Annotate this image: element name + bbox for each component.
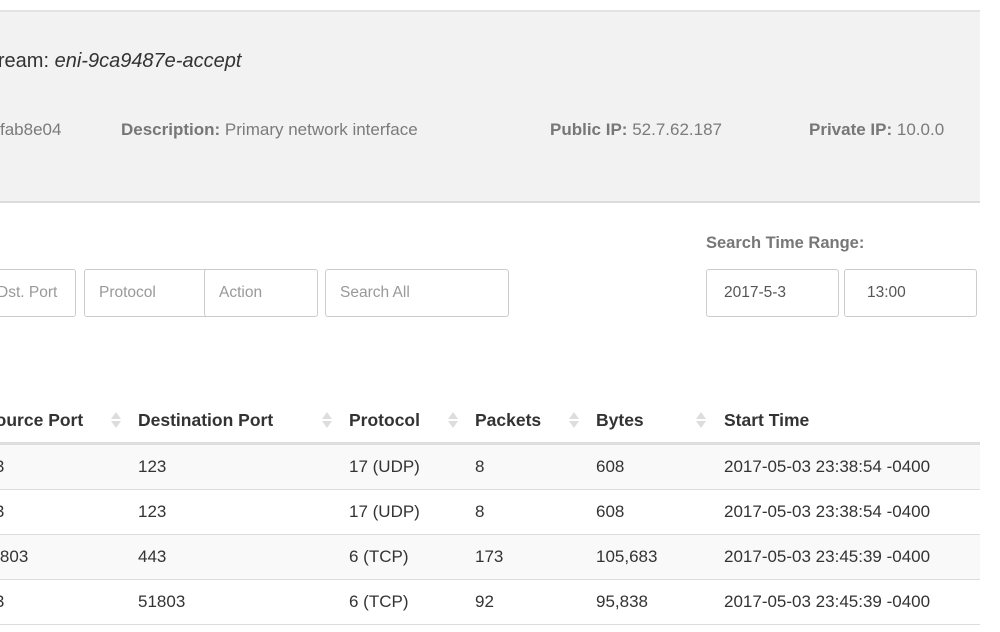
sort-icon[interactable] [322, 410, 332, 430]
flow-log-viewport: Stream: eni-9ca9487e-accept fab8e04 Desc… [0, 0, 980, 632]
cell-source-port: 51803 [0, 547, 29, 566]
stream-title: Stream: eni-9ca9487e-accept [0, 50, 241, 73]
description-value: Primary network interface [224, 120, 418, 139]
sort-icon[interactable] [111, 410, 121, 430]
description-field: Description: Primary network interface [121, 120, 418, 140]
cell-destination-port: 443 [138, 547, 167, 566]
private-ip-field: Private IP: 10.0.0 [809, 120, 944, 140]
stream-title-value: eni-9ca9487e-accept [54, 50, 242, 72]
description-label: Description: [121, 120, 221, 139]
table-row[interactable]: 443 51803 6 (TCP) 92 95,838 2017-05-03 2… [0, 580, 980, 625]
stream-title-label: Stream: [0, 50, 50, 72]
cell-protocol: 17 (UDP) [349, 502, 420, 521]
sort-icon[interactable] [448, 410, 458, 430]
cell-source-port: 443 [0, 592, 4, 612]
cell-bytes: 95,838 [596, 592, 648, 611]
search-all-input[interactable] [325, 269, 509, 317]
cell-start-time: 2017-05-03 23:38:54 -0400 [724, 457, 931, 476]
cell-source-port: 123 [0, 457, 4, 477]
cell-destination-port: 123 [138, 502, 167, 521]
sort-icon[interactable] [569, 410, 579, 430]
time-input[interactable] [844, 269, 977, 317]
dst-port-filter-input[interactable] [0, 269, 76, 317]
sort-icon[interactable] [696, 410, 706, 430]
interface-id-fragment: fab8e04 [0, 120, 62, 139]
cell-protocol: 6 (TCP) [349, 592, 409, 611]
column-header-destination-port[interactable]: Destination Port [138, 410, 273, 431]
cell-start-time: 2017-05-03 23:38:54 -0400 [724, 502, 931, 521]
private-ip-value: 10.0.0 [896, 120, 945, 139]
public-ip-value: 52.7.62.187 [632, 120, 723, 139]
column-header-bytes[interactable]: Bytes [596, 410, 644, 431]
cell-bytes: 608 [596, 502, 625, 521]
cell-packets: 92 [475, 592, 494, 611]
table-row[interactable]: 123 123 17 (UDP) 8 608 2017-05-03 23:38:… [0, 490, 980, 535]
date-input[interactable] [706, 269, 839, 317]
table-row[interactable]: 123 123 17 (UDP) 8 608 2017-05-03 23:38:… [0, 445, 980, 490]
stream-info-panel: Stream: eni-9ca9487e-accept fab8e04 Desc… [0, 10, 980, 203]
protocol-filter-input[interactable] [84, 269, 209, 317]
cell-packets: 173 [475, 547, 504, 566]
cell-packets: 8 [475, 502, 485, 521]
public-ip-field: Public IP: 52.7.62.187 [550, 120, 722, 140]
column-header-source-port[interactable]: Source Port [0, 410, 83, 431]
time-range-label: Search Time Range: [706, 234, 865, 252]
cell-start-time: 2017-05-03 23:45:39 -0400 [724, 592, 931, 611]
action-filter-input[interactable] [204, 269, 318, 317]
column-header-packets[interactable]: Packets [475, 410, 541, 431]
cell-packets: 8 [475, 457, 485, 476]
cell-bytes: 608 [596, 457, 625, 476]
cell-destination-port: 51803 [138, 592, 186, 611]
cell-protocol: 6 (TCP) [349, 547, 409, 566]
cell-destination-port: 123 [138, 457, 167, 476]
cell-start-time: 2017-05-03 23:45:39 -0400 [724, 547, 931, 566]
private-ip-label: Private IP: [809, 120, 893, 139]
table-row[interactable]: 51803 443 6 (TCP) 173 105,683 2017-05-03… [0, 535, 980, 580]
column-header-protocol[interactable]: Protocol [349, 410, 420, 431]
column-header-start-time[interactable]: Start Time [724, 410, 809, 431]
cell-source-port: 123 [0, 502, 4, 522]
public-ip-label: Public IP: [550, 120, 628, 139]
cell-bytes: 105,683 [596, 547, 658, 566]
cell-protocol: 17 (UDP) [349, 457, 420, 476]
